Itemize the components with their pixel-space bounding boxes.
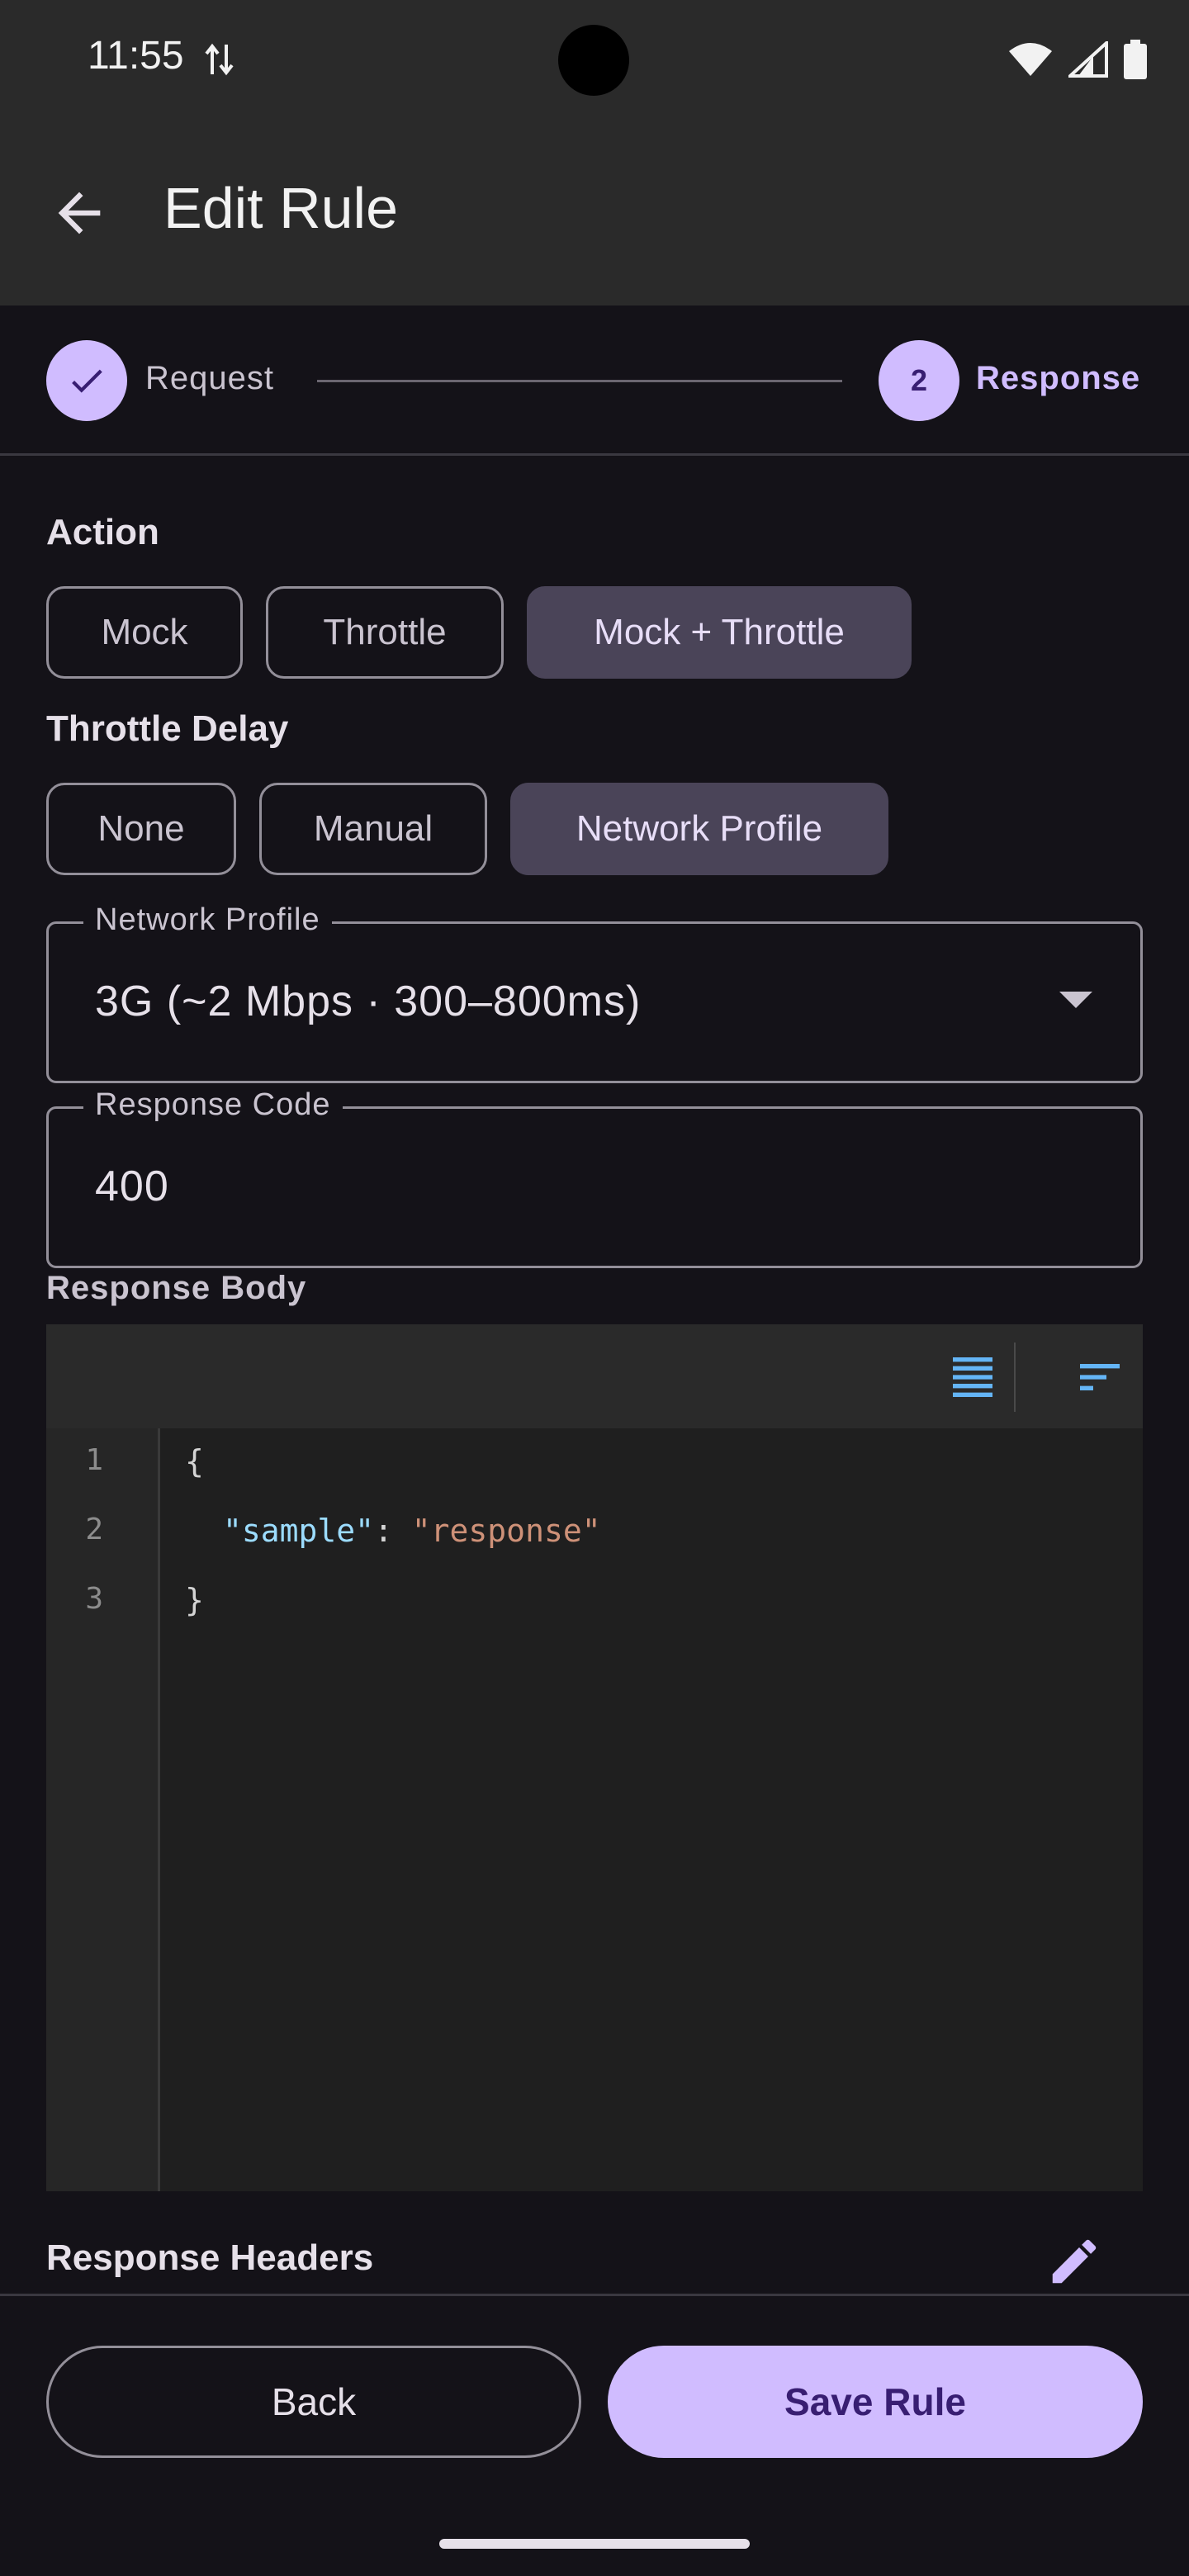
code-line-1: {: [185, 1443, 204, 1480]
response-code-label: Response Code: [83, 1087, 343, 1123]
code-line-2: "sample": "response": [223, 1513, 601, 1549]
step-connector: [317, 380, 842, 382]
action-label: Action: [46, 512, 159, 552]
throttle-delay-segmented: None Manual Network Profile: [46, 783, 888, 875]
throttle-option-manual[interactable]: Manual: [259, 783, 487, 875]
battery-icon: [1124, 40, 1147, 79]
step-response-active[interactable]: 2: [879, 340, 959, 421]
throttle-delay-label: Throttle Delay: [46, 708, 289, 749]
action-option-throttle[interactable]: Throttle: [266, 586, 504, 679]
step-request-completed[interactable]: [46, 340, 127, 421]
action-option-mock[interactable]: Mock: [46, 586, 243, 679]
editor-toolbar: [46, 1324, 1143, 1428]
network-profile-label: Network Profile: [83, 902, 332, 938]
response-code-value: 400: [95, 1163, 169, 1210]
arrow-back-icon[interactable]: [48, 182, 111, 244]
camera-cutout: [558, 25, 629, 96]
top-app-bar: Edit Rule: [0, 116, 1189, 305]
response-headers-label: Response Headers: [46, 2237, 374, 2278]
stepper: Request 2 Response: [0, 305, 1189, 456]
throttle-option-none[interactable]: None: [46, 783, 236, 875]
status-icons: [1007, 40, 1148, 79]
code-brace-close: }: [185, 1582, 204, 1618]
step-request-label: Request: [145, 360, 274, 396]
bottom-action-bar: Back Save Rule: [0, 2294, 1189, 2576]
status-bar: 11:55: [0, 0, 1189, 116]
response-body-editor[interactable]: 1 2 3 { "sample": "response" }: [46, 1324, 1143, 2191]
line-number: 2: [85, 1513, 103, 1546]
home-indicator[interactable]: [439, 2539, 750, 2549]
network-profile-dropdown[interactable]: Network Profile 3G (~2 Mbps · 300–800ms): [46, 902, 1143, 1083]
check-icon: [72, 369, 102, 393]
network-profile-value: 3G (~2 Mbps · 300–800ms): [95, 978, 642, 1025]
response-body-label: Response Body: [46, 1270, 307, 1306]
action-option-mock-throttle[interactable]: Mock + Throttle: [527, 586, 912, 679]
back-button[interactable]: Back: [46, 2346, 581, 2458]
line-number: 1: [85, 1443, 103, 1477]
edit-rule-screen: 11:55 Edit Rule Request 2 Response Actio…: [0, 0, 1189, 2576]
cellular-signal-icon: [1068, 41, 1108, 78]
format-icon[interactable]: [1073, 1351, 1126, 1404]
code-string-value: "response": [411, 1513, 601, 1549]
line-number-gutter: 1 2 3: [46, 1428, 160, 2191]
step-response-label: Response: [976, 360, 1141, 396]
dropdown-arrow-icon: [1059, 992, 1092, 1008]
code-key: "sample": [223, 1513, 375, 1549]
response-code-field[interactable]: Response Code 400: [46, 1087, 1143, 1268]
code-colon: :: [374, 1513, 412, 1549]
wifi-icon: [1009, 43, 1052, 76]
page-title: Edit Rule: [163, 176, 399, 240]
line-number: 3: [85, 1582, 103, 1616]
code-line-3: }: [185, 1582, 204, 1618]
edit-pencil-icon[interactable]: [1045, 2233, 1103, 2290]
toolbar-divider: [1014, 1342, 1016, 1412]
throttle-option-network-profile[interactable]: Network Profile: [510, 783, 888, 875]
save-rule-button[interactable]: Save Rule: [608, 2346, 1143, 2458]
code-brace-open: {: [185, 1443, 204, 1480]
action-segmented: Mock Throttle Mock + Throttle: [46, 586, 912, 679]
status-time: 11:55: [88, 34, 184, 78]
data-transfer-icon: [205, 43, 234, 76]
wrap-lines-icon[interactable]: [946, 1351, 999, 1404]
